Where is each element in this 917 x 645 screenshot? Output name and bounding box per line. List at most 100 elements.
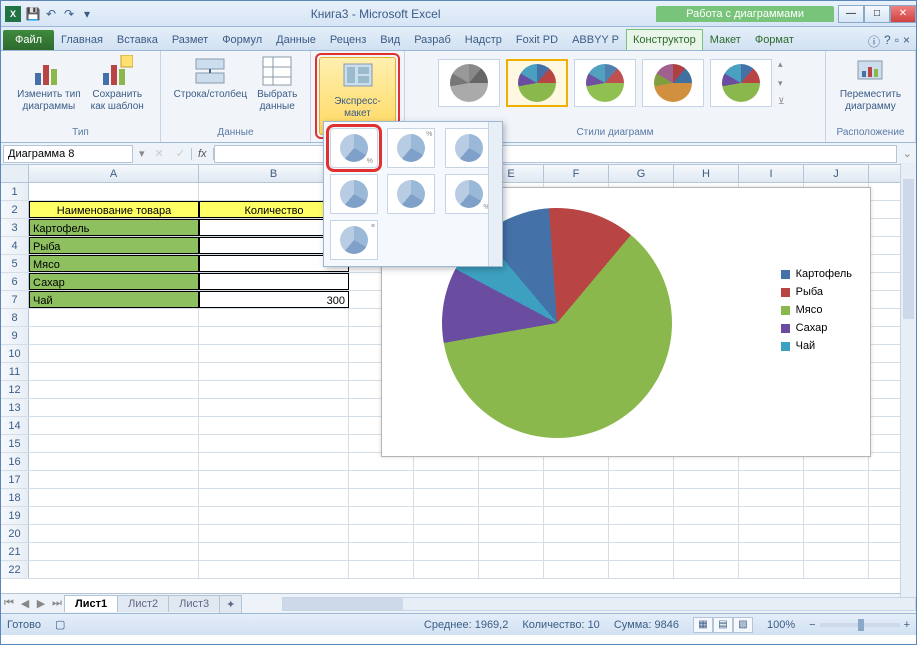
row-header[interactable]: 11 (1, 363, 29, 380)
help-icon[interactable]: ? (884, 33, 891, 50)
layout-option-6[interactable]: % (445, 174, 493, 214)
layout-option-5[interactable] (387, 174, 435, 214)
save-template-button[interactable]: Сохранить как шаблон (87, 53, 148, 115)
cell-header-a[interactable]: Наименование товара (29, 201, 199, 218)
view-page-break-icon[interactable]: ▧ (733, 617, 753, 633)
minimize-ribbon-icon[interactable]: ⓘ (868, 33, 880, 50)
close-button[interactable]: ✕ (890, 5, 916, 23)
view-page-layout-icon[interactable]: ▤ (713, 617, 733, 633)
styles-up-icon[interactable]: ▴ (778, 59, 792, 70)
chart-style-1[interactable] (438, 59, 500, 107)
col-header-f[interactable]: F (544, 165, 609, 182)
zoom-level[interactable]: 100% (767, 619, 795, 631)
file-tab[interactable]: Файл (3, 30, 54, 50)
row-header[interactable]: 13 (1, 399, 29, 416)
move-chart-button[interactable]: Переместить диаграмму (836, 53, 905, 115)
row-header[interactable]: 19 (1, 507, 29, 524)
undo-icon[interactable]: ↶ (43, 6, 59, 22)
col-header-g[interactable]: G (609, 165, 674, 182)
layout-option-4[interactable] (330, 174, 378, 214)
row-header[interactable]: 7 (1, 291, 29, 308)
first-sheet-icon[interactable]: ⏮ (1, 597, 17, 610)
row-header[interactable]: 1 (1, 183, 29, 200)
new-sheet-button[interactable]: ✦ (219, 595, 242, 613)
fx-icon[interactable]: fx (191, 148, 214, 160)
col-header-a[interactable]: A (29, 165, 199, 182)
maximize-button[interactable]: □ (864, 5, 890, 23)
row-header[interactable]: 2 (1, 201, 29, 218)
select-data-button[interactable]: Выбрать данные (253, 53, 301, 115)
row-header[interactable]: 3 (1, 219, 29, 236)
row-header[interactable]: 4 (1, 237, 29, 254)
tab-data[interactable]: Данные (269, 29, 323, 50)
change-chart-type-button[interactable]: Изменить тип диаграммы (13, 53, 84, 115)
sheet-tab-2[interactable]: Лист2 (117, 595, 169, 612)
expand-formula-icon[interactable]: ⌄ (899, 147, 916, 160)
qat-more-icon[interactable]: ▾ (79, 6, 95, 22)
redo-icon[interactable]: ↷ (61, 6, 77, 22)
cell[interactable]: Рыба (29, 237, 199, 254)
layout-option-7[interactable]: ≡ (330, 220, 378, 260)
tab-insert[interactable]: Вставка (110, 29, 165, 50)
cell[interactable] (199, 273, 349, 290)
zoom-knob[interactable] (858, 619, 864, 631)
switch-row-col-button[interactable]: Строка/столбец (170, 53, 251, 115)
row-header[interactable]: 16 (1, 453, 29, 470)
cell[interactable]: Сахар (29, 273, 199, 290)
tab-developer[interactable]: Разраб (407, 29, 458, 50)
col-header-h[interactable]: H (674, 165, 739, 182)
cell[interactable]: Мясо (29, 255, 199, 272)
sheet-tab-3[interactable]: Лист3 (168, 595, 220, 612)
zoom-out-icon[interactable]: − (809, 619, 815, 631)
row-header[interactable]: 22 (1, 561, 29, 578)
tab-abbyy[interactable]: ABBYY P (565, 29, 626, 50)
macro-record-icon[interactable]: ▢ (55, 618, 65, 631)
select-all-corner[interactable] (1, 165, 29, 182)
scrollbar-thumb[interactable] (283, 598, 403, 610)
minimize-button[interactable]: — (838, 5, 864, 23)
col-header-i[interactable]: I (739, 165, 804, 182)
cell[interactable]: Чай (29, 291, 199, 308)
layout-option-3[interactable] (445, 128, 493, 168)
row-header[interactable]: 18 (1, 489, 29, 506)
vertical-scrollbar[interactable] (900, 163, 916, 602)
cell[interactable] (29, 183, 199, 200)
cell[interactable]: Картофель (29, 219, 199, 236)
row-header[interactable]: 17 (1, 471, 29, 488)
tab-design[interactable]: Конструктор (626, 29, 703, 50)
dropdown-scrollbar[interactable] (488, 122, 502, 266)
cell[interactable]: 300 (199, 291, 349, 308)
col-header-j[interactable]: J (804, 165, 869, 182)
row-header[interactable]: 5 (1, 255, 29, 272)
tab-layout[interactable]: Размет (165, 29, 215, 50)
last-sheet-icon[interactable]: ⏭ (49, 597, 65, 610)
row-header[interactable]: 10 (1, 345, 29, 362)
name-box[interactable]: Диаграмма 8 (3, 145, 133, 163)
row-header[interactable]: 14 (1, 417, 29, 434)
row-header[interactable]: 21 (1, 543, 29, 560)
view-normal-icon[interactable]: ▦ (693, 617, 713, 633)
row-header[interactable]: 6 (1, 273, 29, 290)
tab-review[interactable]: Реценз (323, 29, 373, 50)
zoom-track[interactable] (820, 623, 900, 627)
tab-format-chart[interactable]: Формат (748, 29, 801, 50)
formula-input[interactable] (214, 145, 897, 163)
scrollbar-thumb[interactable] (903, 179, 914, 319)
zoom-in-icon[interactable]: + (904, 619, 910, 631)
tab-formulas[interactable]: Формул (215, 29, 269, 50)
styles-more-icon[interactable]: ⊻ (778, 96, 792, 107)
tab-addins[interactable]: Надстр (458, 29, 509, 50)
row-header[interactable]: 20 (1, 525, 29, 542)
close-workbook-icon[interactable]: × (903, 33, 910, 50)
layout-option-2[interactable]: % (387, 128, 435, 168)
layout-option-1[interactable]: % (330, 128, 378, 168)
row-header[interactable]: 9 (1, 327, 29, 344)
chart-style-4[interactable] (642, 59, 704, 107)
sheet-tab-1[interactable]: Лист1 (64, 595, 118, 612)
styles-down-icon[interactable]: ▾ (778, 78, 792, 89)
name-box-dropdown-icon[interactable]: ▾ (135, 147, 149, 160)
row-header[interactable]: 8 (1, 309, 29, 326)
restore-workbook-icon[interactable]: ▫ (895, 33, 899, 50)
next-sheet-icon[interactable]: ▶ (33, 597, 49, 610)
prev-sheet-icon[interactable]: ◀ (17, 597, 33, 610)
